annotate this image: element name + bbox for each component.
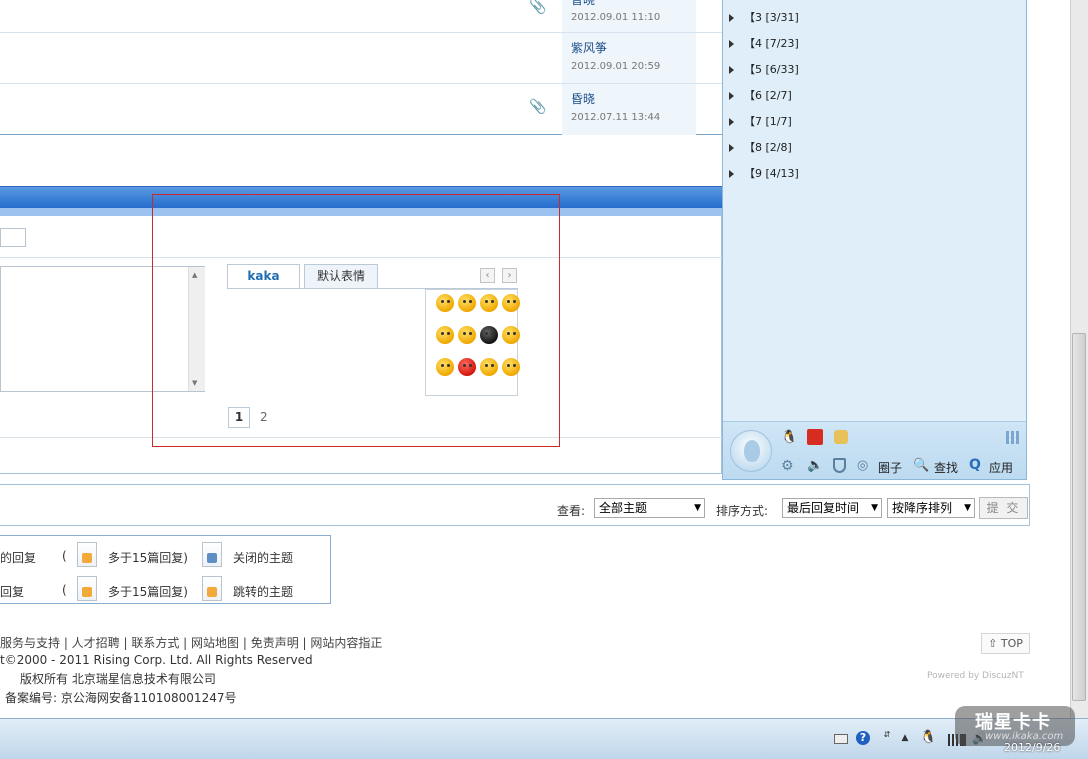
dropdown-arrow-icon: ▼: [964, 503, 971, 513]
lock-icon[interactable]: [834, 430, 848, 444]
legend-text: 关闭的主题: [233, 551, 294, 565]
order-select[interactable]: 按降序排列 ▼: [887, 498, 975, 518]
submit-button[interactable]: 提 交: [979, 497, 1028, 519]
post-time: 2012.09.01 20:59: [571, 61, 661, 72]
view-label: 查看:: [557, 504, 586, 518]
view-select[interactable]: 全部主题 ▼: [594, 498, 705, 518]
author-cell: 昏晓 2012.07.11 13:44: [562, 84, 696, 135]
qq-avatar[interactable]: [730, 430, 772, 472]
circle-label[interactable]: 圈子: [878, 459, 902, 476]
moved-topic-icon: [202, 576, 222, 601]
post-time: 2012.07.11 13:44: [571, 112, 661, 123]
legend-text: 跳转的主题: [233, 585, 294, 599]
page-scrollbar-thumb[interactable]: [1072, 333, 1086, 701]
speaker-icon[interactable]: 🔈: [807, 458, 823, 473]
search-icon[interactable]: 🔍: [913, 458, 929, 473]
top-label: TOP: [1000, 637, 1023, 650]
expand-arrow-icon: [729, 40, 734, 48]
buddy-group[interactable]: 【5 [6/33]: [729, 61, 799, 77]
expand-arrow-icon: [729, 92, 734, 100]
help-icon[interactable]: ?: [856, 731, 870, 745]
buddy-group[interactable]: 【9 [4/13]: [729, 165, 799, 181]
closed-topic-icon: [202, 542, 222, 567]
paperclip-icon: 📎: [529, 0, 547, 15]
penguin-icon: [744, 440, 760, 462]
dropdown-arrow-icon: ▼: [694, 503, 701, 513]
author-cell: 昏晓 2012.09.01 11:10: [562, 0, 696, 32]
tray-expand-icon[interactable]: ▲: [898, 731, 912, 745]
qq-apps-icon[interactable]: Q: [969, 457, 983, 473]
hot-topic-icon: [77, 576, 97, 601]
buddy-group[interactable]: 【7 [1/7]: [729, 113, 792, 129]
highlight-frame: [152, 194, 560, 447]
expand-arrow-icon: [729, 170, 734, 178]
expand-arrow-icon: [729, 118, 734, 126]
author-cell: 紫风筝 2012.09.01 20:59: [562, 33, 696, 83]
search-label[interactable]: 查找: [934, 459, 958, 476]
clock-date[interactable]: 2012/9/26: [1004, 741, 1060, 754]
paperclip-icon: 📎: [529, 99, 547, 115]
expand-arrow-icon: [729, 144, 734, 152]
gear-icon[interactable]: ⚙: [781, 458, 795, 474]
post-time: 2012.09.01 11:10: [571, 12, 661, 23]
legend-text: 多于15篇回复): [108, 551, 188, 565]
up-arrow-icon: ⇧: [988, 637, 1001, 650]
mailbox-icon[interactable]: [807, 429, 823, 445]
qq-tray-icon[interactable]: 🐧: [920, 731, 936, 745]
sort-select[interactable]: 最后回复时间 ▼: [782, 498, 882, 518]
app-grid-icon[interactable]: [1006, 431, 1019, 444]
powered-by[interactable]: Powered by DiscuzNT: [927, 671, 1024, 681]
buddy-group[interactable]: 【4 [7/23]: [729, 35, 799, 51]
legend-text: 的回复: [0, 551, 37, 565]
back-to-top-button[interactable]: ⇧ TOP: [981, 633, 1030, 654]
legend-text: 回复: [0, 585, 25, 599]
copyright: t©2000 - 2011 Rising Corp. Ltd. All Righ…: [0, 653, 313, 667]
icp-record: 备案编号: 京公海网安备110108001247号: [5, 691, 237, 705]
legend-text: 多于15篇回复): [108, 585, 188, 599]
title-input[interactable]: [0, 228, 26, 247]
expand-arrow-icon: [729, 66, 734, 74]
circle-icon[interactable]: ◎: [857, 458, 871, 473]
buddy-group[interactable]: 【8 [2/8]: [729, 139, 792, 155]
rights-statement: 版权所有 北京瑞星信息技术有限公司: [20, 672, 216, 686]
table-row[interactable]: 📎 昏晓 2012.09.01 11:10: [0, 0, 724, 33]
dropdown-arrow-icon: ▼: [871, 503, 878, 513]
view-select-value: 全部主题: [599, 501, 648, 515]
keyboard-icon[interactable]: [834, 734, 848, 744]
order-select-value: 按降序排列: [892, 501, 953, 515]
shield-icon[interactable]: [833, 458, 846, 473]
legend-text: (: [62, 549, 67, 563]
sort-select-value: 最后回复时间: [787, 501, 860, 515]
table-row[interactable]: 紫风筝 2012.09.01 20:59: [0, 33, 724, 84]
footer-links[interactable]: 服务与支持 | 人才招聘 | 联系方式 | 网站地图 | 免责声明 | 网站内容…: [0, 634, 382, 651]
hot-topic-icon: [77, 542, 97, 567]
legend-text: (: [62, 583, 67, 597]
table-row[interactable]: 📎 昏晓 2012.07.11 13:44: [0, 84, 724, 135]
qq-penguin-icon[interactable]: 🐧: [781, 430, 797, 445]
tray-arrows-icon[interactable]: ⇵: [880, 728, 894, 742]
thread-list: 📎 昏晓 2012.09.01 11:10 紫风筝 2012.09.01 20:…: [0, 0, 724, 135]
sort-label: 排序方式:: [716, 504, 769, 518]
author-name[interactable]: 昏晓: [571, 0, 595, 8]
author-name[interactable]: 紫风筝: [571, 39, 607, 56]
apps-label[interactable]: 应用: [989, 459, 1013, 476]
buddy-group[interactable]: 【6 [2/7]: [729, 87, 792, 103]
expand-arrow-icon: [729, 14, 734, 22]
buddy-group[interactable]: 【3 [3/31]: [729, 9, 799, 25]
author-name[interactable]: 昏晓: [571, 90, 595, 107]
